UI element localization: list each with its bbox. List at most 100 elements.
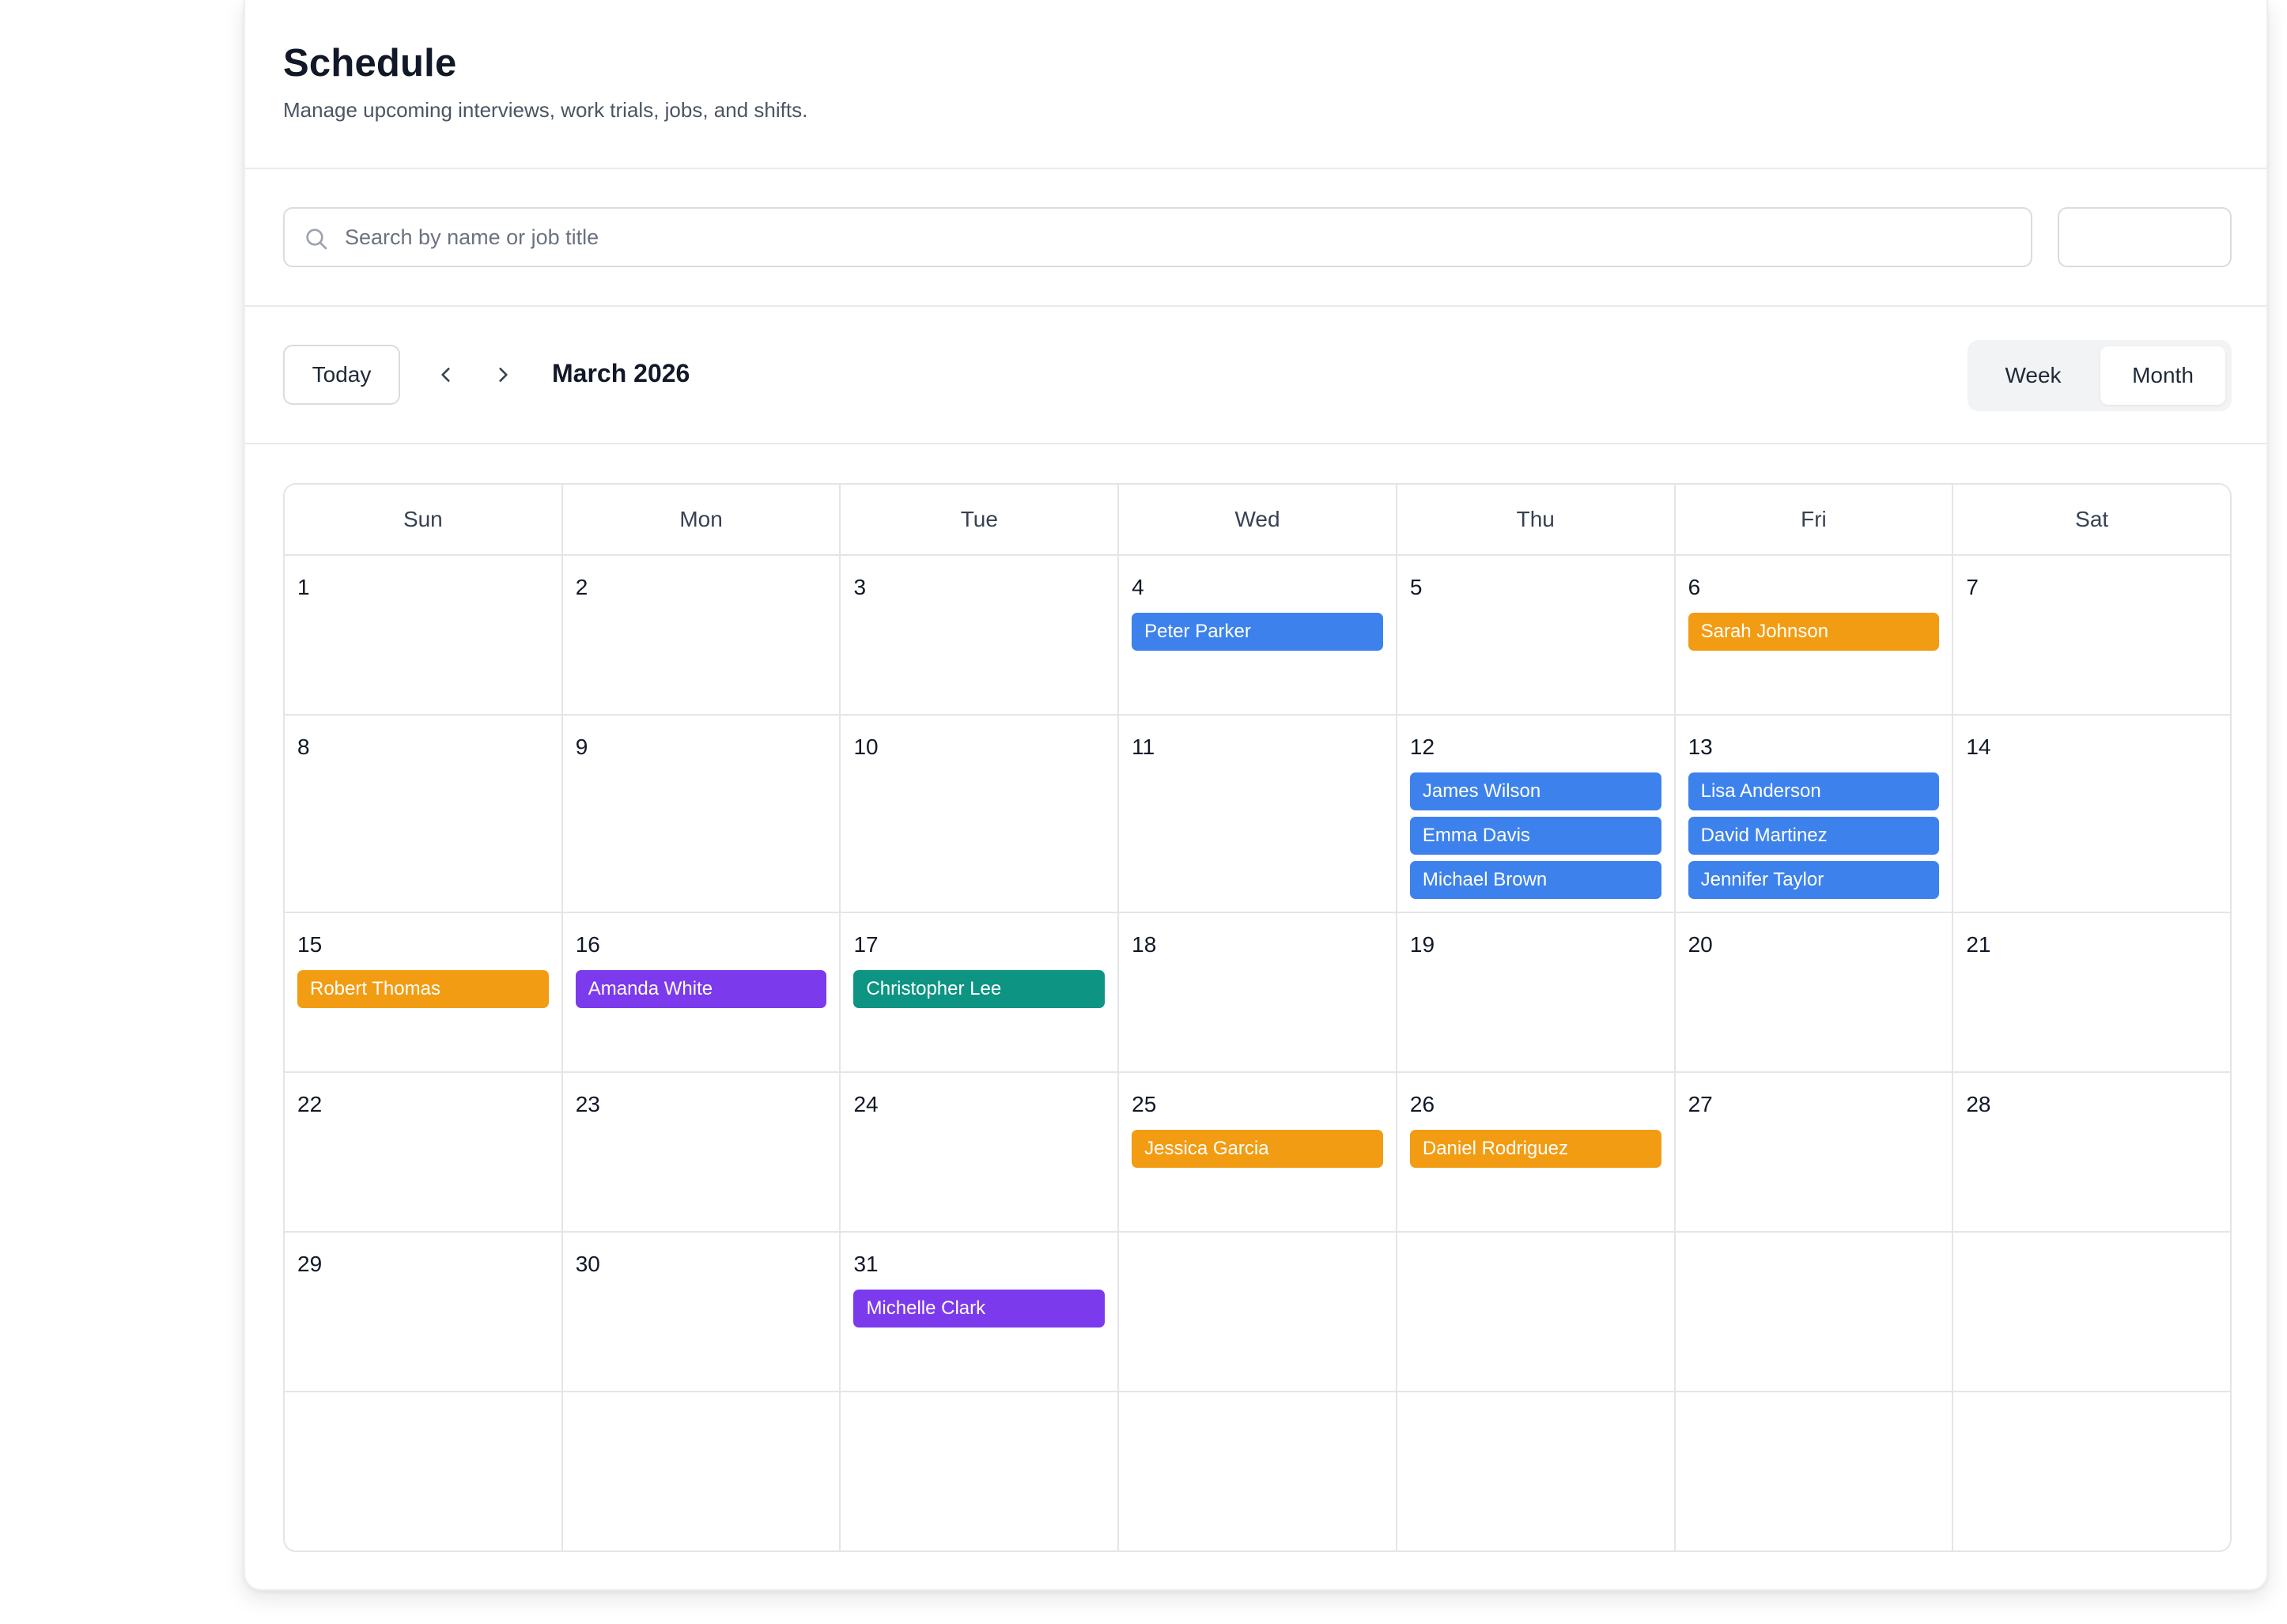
calendar-day-cell[interactable]: 16 Amanda White xyxy=(563,913,841,1071)
calendar-day-cell[interactable]: 17 Christopher Lee xyxy=(841,913,1120,1071)
event-chip[interactable]: Daniel Rodriguez xyxy=(1409,1130,1661,1168)
day-events: Amanda White xyxy=(575,970,827,1008)
calendar-week-row: 8 9 10 11 12 James Wilson Emma Davis Michael Br… xyxy=(285,716,2230,913)
calendar-day-cell[interactable]: 24 xyxy=(841,1073,1120,1231)
day-number: 16 xyxy=(575,932,600,957)
calendar-day-cell[interactable]: 28 xyxy=(1953,1073,2230,1231)
calendar-day-cell[interactable]: 21 xyxy=(1953,913,2230,1071)
calendar-day-cell[interactable]: 30 xyxy=(563,1233,841,1391)
day-number: 6 xyxy=(1688,575,1701,599)
calendar-day-cell[interactable] xyxy=(1953,1233,2230,1391)
calendar-day-cell[interactable] xyxy=(563,1392,841,1550)
calendar-day-cell[interactable]: 26 Daniel Rodriguez xyxy=(1397,1073,1676,1231)
calendar-body: 1 2 3 4 Peter Parker 5 6 Sarah Johnson 7 8 9 10 11 12… xyxy=(285,556,2230,1550)
calendar-day-cell[interactable]: 9 xyxy=(563,716,841,912)
calendar-day-cell[interactable]: 19 xyxy=(1397,913,1676,1071)
day-number: 21 xyxy=(1966,932,1991,957)
event-chip[interactable]: David Martinez xyxy=(1688,817,1940,855)
month-calendar: Sun Mon Tue Wed Thu Fri Sat 1 2 3 4 Peter Pa… xyxy=(283,483,2232,1552)
calendar-day-cell[interactable] xyxy=(285,1392,563,1550)
calendar-week-row xyxy=(285,1392,2230,1550)
day-number: 1 xyxy=(297,575,310,599)
filter-select[interactable] xyxy=(2058,207,2232,267)
calendar-day-cell[interactable]: 7 xyxy=(1953,556,2230,714)
calendar-day-cell[interactable]: 18 xyxy=(1119,913,1397,1071)
event-chip[interactable]: Michelle Clark xyxy=(853,1290,1106,1328)
day-number: 18 xyxy=(1132,932,1157,957)
day-of-week-header: Tue xyxy=(841,485,1120,554)
event-chip[interactable]: Christopher Lee xyxy=(853,970,1106,1008)
calendar-day-cell[interactable]: 10 xyxy=(841,716,1120,912)
calendar-day-cell[interactable] xyxy=(1676,1233,1954,1391)
calendar-day-cell[interactable]: 14 xyxy=(1953,716,2230,912)
event-chip[interactable]: Robert Thomas xyxy=(297,970,549,1008)
today-button[interactable]: Today xyxy=(283,345,400,405)
day-number xyxy=(1966,1248,2217,1280)
calendar-day-cell[interactable]: 3 xyxy=(841,556,1120,714)
day-number: 20 xyxy=(1688,932,1713,957)
event-chip[interactable]: Peter Parker xyxy=(1132,613,1383,651)
calendar-day-cell[interactable] xyxy=(841,1392,1120,1550)
event-chip[interactable]: Jennifer Taylor xyxy=(1688,861,1940,899)
month-view-button[interactable]: Month xyxy=(2100,346,2225,405)
event-chip[interactable]: Sarah Johnson xyxy=(1688,613,1940,651)
day-number: 22 xyxy=(297,1092,323,1116)
search-divider xyxy=(245,305,2266,307)
day-events: Peter Parker xyxy=(1132,613,1383,651)
event-chip[interactable]: Michael Brown xyxy=(1409,861,1661,899)
calendar-day-cell[interactable]: 12 James Wilson Emma Davis Michael Brown xyxy=(1397,716,1676,912)
day-number: 26 xyxy=(1409,1092,1435,1116)
day-number: 31 xyxy=(853,1252,879,1276)
day-number: 3 xyxy=(853,575,867,599)
day-number xyxy=(853,1408,1105,1440)
event-chip[interactable]: James Wilson xyxy=(1409,772,1661,810)
search-box[interactable] xyxy=(283,207,2032,267)
calendar-day-cell[interactable]: 8 xyxy=(285,716,563,912)
previous-month-button[interactable] xyxy=(429,357,463,392)
calendar-day-cell[interactable]: 25 Jessica Garcia xyxy=(1119,1073,1397,1231)
calendar-day-cell[interactable]: 29 xyxy=(285,1233,563,1391)
week-view-button[interactable]: Week xyxy=(1974,346,2092,405)
view-toggle: Week Month xyxy=(1968,340,2232,411)
calendar-day-cell[interactable]: 27 xyxy=(1676,1073,1954,1231)
calendar-day-cell[interactable]: 4 Peter Parker xyxy=(1119,556,1397,714)
calendar-day-cell[interactable]: 1 xyxy=(285,556,563,714)
calendar-day-cell[interactable] xyxy=(1119,1233,1397,1391)
day-events: Michelle Clark xyxy=(853,1290,1106,1328)
search-input[interactable] xyxy=(345,209,2013,266)
calendar-day-cell[interactable]: 31 Michelle Clark xyxy=(841,1233,1120,1391)
event-chip[interactable]: Jessica Garcia xyxy=(1132,1130,1383,1168)
current-month-label: March 2026 xyxy=(552,359,690,387)
calendar-day-cell[interactable]: 22 xyxy=(285,1073,563,1231)
day-number: 9 xyxy=(575,735,588,759)
calendar-day-cell[interactable]: 23 xyxy=(563,1073,841,1231)
calendar-day-cell[interactable]: 2 xyxy=(563,556,841,714)
calendar-day-cell[interactable]: 15 Robert Thomas xyxy=(285,913,563,1071)
day-number: 23 xyxy=(575,1092,600,1116)
next-month-button[interactable] xyxy=(486,357,520,392)
event-chip[interactable]: Amanda White xyxy=(575,970,827,1008)
calendar-day-cell[interactable]: 20 xyxy=(1676,913,1954,1071)
calendar-day-cell[interactable] xyxy=(1119,1392,1397,1550)
day-of-week-header: Sun xyxy=(285,485,563,554)
calendar-day-cell[interactable] xyxy=(1676,1392,1954,1550)
day-events: Robert Thomas xyxy=(297,970,549,1008)
day-number: 12 xyxy=(1409,735,1435,759)
day-number: 10 xyxy=(853,735,879,759)
calendar-day-cell[interactable]: 11 xyxy=(1119,716,1397,912)
page-subtitle: Manage upcoming interviews, work trials,… xyxy=(283,98,808,122)
day-events: Jessica Garcia xyxy=(1132,1130,1383,1168)
calendar-day-cell[interactable] xyxy=(1953,1392,2230,1550)
day-number: 25 xyxy=(1132,1092,1157,1116)
event-chip[interactable]: Emma Davis xyxy=(1409,817,1661,855)
event-chip[interactable]: Lisa Anderson xyxy=(1688,772,1940,810)
header-divider xyxy=(245,168,2266,169)
calendar-day-cell[interactable] xyxy=(1397,1392,1676,1550)
calendar-day-cell[interactable]: 5 xyxy=(1397,556,1676,714)
chevron-right-icon xyxy=(499,368,508,382)
calendar-day-cell[interactable]: 6 Sarah Johnson xyxy=(1676,556,1954,714)
day-of-week-header: Fri xyxy=(1676,485,1954,554)
calendar-day-cell[interactable] xyxy=(1397,1233,1676,1391)
calendar-day-cell[interactable]: 13 Lisa Anderson David Martinez Jennifer Ta… xyxy=(1676,716,1954,912)
page-title: Schedule xyxy=(283,42,457,85)
